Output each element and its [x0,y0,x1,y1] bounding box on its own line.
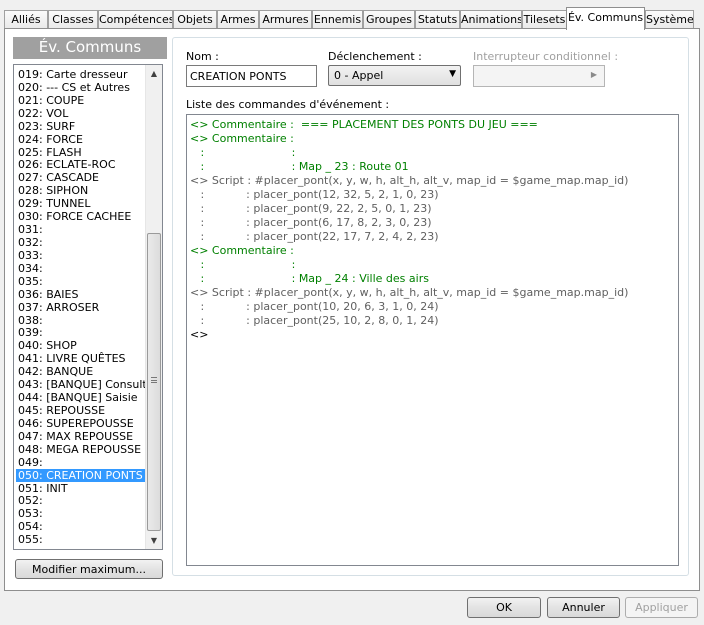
command-line[interactable]: : : [190,258,628,272]
command-line[interactable]: : : [190,146,628,160]
command-line[interactable]: : : placer_pont(25, 10, 2, 8, 0, 1, 24) [190,314,628,328]
command-line[interactable]: <> Commentaire : [190,244,628,258]
list-item[interactable]: 052: [16,494,146,507]
name-input[interactable] [186,65,317,87]
trigger-select[interactable]: 0 - Appel ▼ [328,65,461,86]
chevron-right-icon: ▶ [590,70,597,79]
tab-5[interactable]: Armures [259,10,312,29]
command-line[interactable]: <> Commentaire : === PLACEMENT DES PONTS… [190,118,628,132]
list-item[interactable]: 024: FORCE [16,133,146,146]
tab-8[interactable]: Statuts [415,10,460,29]
list-item[interactable]: 044: [BANQUE] Saisie [16,391,146,404]
list-item[interactable]: 021: COUPE [16,94,146,107]
list-item[interactable]: 042: BANQUE [16,365,146,378]
command-line[interactable]: : : placer_pont(12, 32, 5, 2, 1, 0, 23) [190,188,628,202]
list-item[interactable]: 020: --- CS et Autres [16,81,146,94]
list-item[interactable]: 019: Carte dresseur [16,68,146,81]
list-item[interactable]: 031: [16,223,146,236]
tab-4[interactable]: Armes [217,10,259,29]
tab-6[interactable]: Ennemis [312,10,363,29]
trigger-label: Déclenchement : [328,50,422,63]
command-line[interactable]: <> Script : #placer_pont(x, y, w, h, alt… [190,286,628,300]
common-events-list[interactable]: 019: Carte dresseur 020: --- CS et Autres… [13,64,163,550]
command-line[interactable]: : : placer_pont(22, 17, 7, 2, 4, 2, 23) [190,230,628,244]
list-item[interactable]: 038: [16,314,146,327]
list-item[interactable]: 035: [16,275,146,288]
list-item[interactable]: 050: CREATION PONTS [16,468,146,482]
list-item[interactable]: 040: SHOP [16,339,146,352]
switch-selector: ▶ [473,65,605,87]
apply-button[interactable]: Appliquer [625,597,698,618]
tab-2[interactable]: Compétences [98,10,173,29]
list-item[interactable]: 037: ARROSER [16,301,146,314]
list-item[interactable]: 039: [16,326,146,339]
list-item[interactable]: 045: REPOUSSE [16,404,146,417]
list-item[interactable]: 048: MEGA REPOUSSE [16,443,146,456]
list-item[interactable]: 023: SURF [16,120,146,133]
cancel-button[interactable]: Annuler [547,597,620,618]
scrollbar-grip-icon [151,377,157,383]
common-events-list-items: 019: Carte dresseur 020: --- CS et Autres… [16,68,146,546]
tab-9[interactable]: Animations [460,10,522,29]
command-line[interactable]: : : placer_pont(6, 17, 8, 2, 3, 0, 23) [190,216,628,230]
tab-10[interactable]: Tilesets [522,10,567,29]
command-line[interactable]: <> [190,328,628,342]
command-line[interactable]: : : placer_pont(9, 22, 2, 5, 0, 1, 23) [190,202,628,216]
list-item[interactable]: 036: BAIES [16,288,146,301]
event-commands-lines: <> Commentaire : === PLACEMENT DES PONTS… [190,118,628,342]
command-line[interactable]: : : placer_pont(10, 20, 6, 3, 1, 0, 24) [190,300,628,314]
list-item[interactable]: 033: [16,249,146,262]
ok-button[interactable]: OK [467,597,541,618]
list-item[interactable]: 055: [16,533,146,546]
list-item[interactable]: 054: [16,520,146,533]
event-commands-list[interactable]: <> Commentaire : === PLACEMENT DES PONTS… [186,114,679,566]
scrollbar-thumb[interactable] [147,233,161,531]
commands-label: Liste des commandes d'événement : [186,98,390,111]
common-events-header: Év. Communs [13,37,167,59]
switch-label: Interrupteur conditionnel : [473,50,619,63]
list-item[interactable]: 034: [16,262,146,275]
command-line[interactable]: <> Script : #placer_pont(x, y, w, h, alt… [190,174,628,188]
tab-1[interactable]: Classes [48,10,98,29]
tab-3[interactable]: Objets [173,10,217,29]
list-item[interactable]: 047: MAX REPOUSSE [16,430,146,443]
list-item[interactable]: 046: SUPEREPOUSSE [16,417,146,430]
tab-7[interactable]: Groupes [363,10,415,29]
name-label: Nom : [186,50,219,63]
list-item[interactable]: 053: [16,507,146,520]
command-line[interactable]: <> Commentaire : [190,132,628,146]
list-item[interactable]: 022: VOL [16,107,146,120]
list-item[interactable]: 027: CASCADE [16,171,146,184]
chevron-down-icon: ▼ [449,69,456,79]
modify-maximum-button[interactable]: Modifier maximum... [15,559,163,579]
command-line[interactable]: : : Map _ 23 : Route 01 [190,160,628,174]
tab-11[interactable]: Év. Communs [566,7,645,30]
tab-0[interactable]: Alliés [4,10,48,29]
list-item[interactable]: 029: TUNNEL [16,197,146,210]
list-item[interactable]: 026: ECLATE-ROC [16,158,146,171]
tab-12[interactable]: Système [645,10,694,29]
trigger-select-value: 0 - Appel [334,69,384,82]
list-item[interactable]: 043: [BANQUE] Consultation [16,378,146,391]
scroll-down-arrow-icon[interactable]: ▼ [146,532,162,549]
list-item[interactable]: 030: FORCE CACHEE [16,210,146,223]
list-item[interactable]: 025: FLASH [16,146,146,159]
list-item[interactable]: 028: SIPHON [16,184,146,197]
list-item[interactable]: 049: [16,456,146,469]
tab-bar: Alliés Classes Compétences Objets Armes Armur… [4,7,700,30]
scroll-up-arrow-icon[interactable]: ▲ [146,65,162,82]
list-scrollbar[interactable]: ▲ ▼ [145,65,162,549]
list-item[interactable]: 041: LIVRE QUÊTES [16,352,146,365]
list-item[interactable]: 032: [16,236,146,249]
command-line[interactable]: : : Map _ 24 : Ville des airs [190,272,628,286]
list-item[interactable]: 051: INIT [16,482,146,495]
